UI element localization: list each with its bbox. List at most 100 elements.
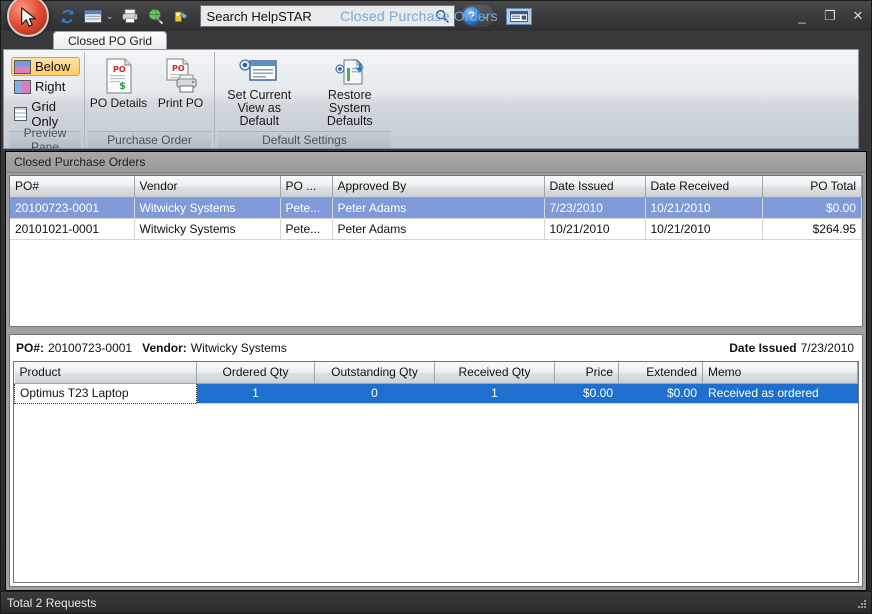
po-line-items-grid[interactable]: Product Ordered Qty Outstanding Qty Rece… [13,361,859,583]
chevron-down-icon[interactable]: ⌄ [482,11,490,22]
refresh-icon[interactable] [57,6,77,26]
help-group: ? ⌄ [460,5,495,27]
print-po-button[interactable]: PO Print PO [151,54,211,110]
ribbon-group-purchase-order: PO $ PO Details PO Print PO Purchase Ord… [84,52,214,148]
cell-price: $0.00 [554,383,619,404]
preview-below-label: Below [35,59,71,74]
ribbon-group-preview-pane: Below Right Grid Only Preview Pane [6,52,84,154]
column-header-date-issued[interactable]: Date Issued [544,176,646,198]
title-bar: ⌄ Search HelpSTAR ? ⌄ ⌄ Closed Purchase … [1,0,871,37]
print-po-icon: PO [166,58,196,93]
tab-label: Closed PO Grid [68,33,153,48]
column-header-po-total[interactable]: PO Total [762,176,862,198]
detail-po-label: PO#: [16,341,45,355]
panel-caption-label: Closed Purchase Orders [14,155,146,169]
set-current-view-default-label: Set Current View as Default [227,88,292,128]
cell-approved-by: Peter Adams [332,197,545,219]
cell-extended: $0.00 [618,383,703,404]
ribbon-group-title-purchase-order: Purchase Order [88,131,211,148]
panel-caption: Closed Purchase Orders [6,152,866,173]
column-header-price[interactable]: Price [554,362,619,384]
cell-po-truncated: Pete... [280,218,333,240]
globe-icon[interactable] [146,6,166,26]
preview-grid-only-label: Grid Only [31,99,59,129]
cell-po-total: $0.00 [762,197,862,219]
cell-po-total: $264.95 [762,218,862,240]
ribbon-group-title-preview-pane: Preview Pane [9,126,81,154]
detail-vendor-value: Witwicky Systems [190,341,287,355]
window-list-icon[interactable] [83,6,103,26]
ribbon-group-default-settings: Set Current View as Default Restore Syst… [214,52,394,148]
quick-access-toolbar: ⌄ [57,6,192,26]
cell-date-issued: 7/23/2010 [544,197,646,219]
column-header-ordered-qty[interactable]: Ordered Qty [196,362,315,384]
detail-date-issued-value: 7/23/2010 [800,341,854,355]
detail-header: PO#: 20100723-0001 Vendor: Witwicky Syst… [10,335,862,361]
resize-grip-icon[interactable] [856,598,868,610]
closed-po-grid[interactable]: PO# Vendor PO ... Approved By Date Issue… [9,175,863,327]
close-button[interactable]: ✕ [851,8,865,24]
svg-text:PO: PO [172,64,185,73]
preview-right-label: Right [35,79,66,94]
restore-system-defaults-button[interactable]: Restore System Defaults [309,54,392,128]
tools-icon[interactable] [172,6,192,26]
table-row[interactable]: 20101021-0001 Witwicky Systems Pete... P… [10,218,862,240]
cursor-arrow-icon [21,7,36,27]
status-bar: Total 2 Requests [1,591,871,613]
svg-text:PO: PO [113,65,126,74]
po-detail-pane: PO#: 20100723-0001 Vendor: Witwicky Syst… [9,334,863,587]
chevron-down-icon[interactable]: ⌄ [106,11,114,22]
minimize-ribbon-icon[interactable]: ⌄ [504,11,512,22]
cell-received-qty: 1 [434,383,555,404]
column-header-approved-by[interactable]: Approved By [332,176,545,198]
cell-product: Optimus T23 Laptop [14,382,197,404]
preview-pane-below-button[interactable]: Below [11,57,80,76]
column-header-vendor[interactable]: Vendor [134,176,281,198]
status-bar-text: Total 2 Requests [7,595,97,610]
set-current-view-default-button[interactable]: Set Current View as Default [218,54,301,128]
cell-vendor: Witwicky Systems [134,197,281,219]
set-default-view-icon [239,59,277,81]
detail-vendor-label: Vendor: [142,341,187,355]
po-table: PO# Vendor PO ... Approved By Date Issue… [10,176,862,240]
preview-right-icon [14,79,31,94]
table-row[interactable]: 20100723-0001 Witwicky Systems Pete... P… [10,197,862,219]
po-details-button[interactable]: PO $ PO Details [89,54,149,110]
line-items-header-row: Product Ordered Qty Outstanding Qty Rece… [14,362,858,384]
column-header-date-received[interactable]: Date Received [645,176,763,198]
column-header-extended[interactable]: Extended [618,362,703,384]
po-details-icon: PO $ [106,58,131,94]
svg-text:$: $ [119,81,126,92]
restore-defaults-icon [335,59,364,85]
po-table-header-row: PO# Vendor PO ... Approved By Date Issue… [10,176,862,198]
print-po-label: Print PO [157,96,204,110]
column-header-memo[interactable]: Memo [702,362,858,384]
help-icon[interactable]: ? [462,7,481,25]
search-icon[interactable] [434,8,450,24]
search-input[interactable] [206,8,434,24]
detail-po-value: 20100723-0001 [48,341,133,355]
tab-closed-po-grid[interactable]: Closed PO Grid [53,31,168,49]
column-header-outstanding-qty[interactable]: Outstanding Qty [314,362,435,384]
column-header-po-number[interactable]: PO# [10,176,135,198]
table-row[interactable]: Optimus T23 Laptop 1 0 1 $0.00 $0.00 Rec… [14,382,858,404]
column-header-received-qty[interactable]: Received Qty [434,362,555,384]
application-window: ⌄ Search HelpSTAR ? ⌄ ⌄ Closed Purchase … [0,0,872,614]
column-header-product[interactable]: Product [14,362,197,384]
window-controls: _ ❐ ✕ [795,1,865,31]
cell-po-truncated: Pete... [280,197,333,219]
cell-approved-by: Peter Adams [332,218,545,240]
print-icon[interactable] [120,6,140,26]
detail-date-issued-label: Date Issued [729,341,797,355]
search-box[interactable] [199,5,455,27]
ribbon-group-title-default-settings: Default Settings [218,131,391,148]
cell-date-issued: 10/21/2010 [544,218,646,240]
ribbon-tabstrip: Closed PO Grid [1,31,871,49]
cell-memo: Received as ordered [702,383,858,404]
preview-below-icon [14,59,31,74]
preview-pane-right-button[interactable]: Right [11,77,80,96]
minimize-button[interactable]: _ [795,9,809,24]
line-items-table: Product Ordered Qty Outstanding Qty Rece… [14,362,858,404]
maximize-button[interactable]: ❐ [823,8,837,24]
column-header-po-truncated[interactable]: PO ... [280,176,333,198]
